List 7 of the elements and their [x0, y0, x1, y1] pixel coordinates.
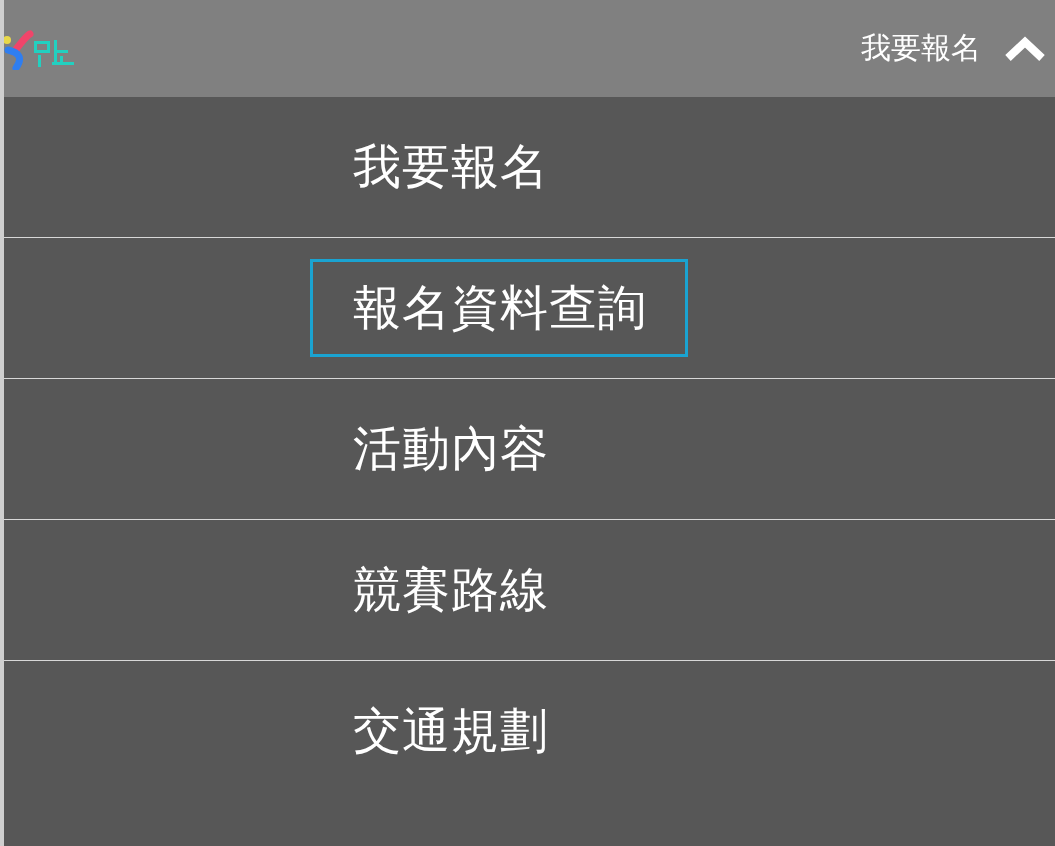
menu-item[interactable]: 交通規劃 [310, 682, 590, 780]
menu-item[interactable]: 報名資料查詢 [310, 259, 688, 357]
menu-item[interactable]: 我要報名 [310, 118, 590, 216]
header-title: 我要報名 [861, 29, 981, 67]
menu-item[interactable]: 競賽路線 [310, 541, 590, 639]
logo-icon[interactable] [4, 27, 76, 70]
menu-item[interactable]: 活動內容 [310, 400, 590, 498]
